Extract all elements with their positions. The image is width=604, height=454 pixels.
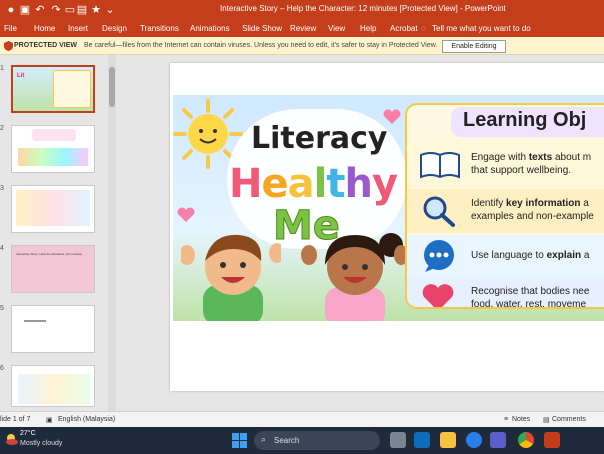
weather-icon: [6, 434, 18, 445]
healthy-letter: t: [326, 161, 345, 207]
accessibility-icon[interactable]: ▣: [46, 416, 53, 424]
weather-temperature[interactable]: 27°C: [20, 430, 36, 437]
speech-bubble-icon: [424, 240, 454, 272]
powerpoint-window: ● ▣ ↶ ↷ ▭ ▤ ★ ⌄ Interactive Story – Help…: [0, 0, 604, 454]
objective-text: Identify key information a examples and …: [471, 198, 594, 222]
tab-transitions[interactable]: Transitions: [140, 24, 179, 33]
thumbnail-number: 4: [0, 245, 4, 252]
tab-slide-show[interactable]: Slide Show: [242, 24, 282, 33]
taskbar-search[interactable]: ⌕ Search: [254, 431, 380, 450]
tab-file[interactable]: File: [4, 24, 17, 33]
slide-thumbnail-4[interactable]: Interactive Story: Help the Character (1…: [11, 245, 95, 293]
protected-view-bar: PROTECTED VIEW Be careful—files from the…: [0, 37, 604, 55]
notes-button[interactable]: Notes: [512, 416, 530, 423]
lightbulb-icon: ◌: [421, 24, 426, 33]
search-icon: ⌕: [261, 434, 267, 444]
star-icon[interactable]: ★: [90, 3, 102, 18]
thumbnails-scrollbar[interactable]: [108, 55, 116, 411]
protected-view-label: PROTECTED VIEW: [14, 42, 78, 49]
save-icon[interactable]: ▣: [18, 3, 32, 18]
redo-icon[interactable]: ↷: [50, 3, 62, 18]
chrome-icon[interactable]: [518, 432, 534, 448]
title-healthy: Healthy: [229, 161, 398, 207]
thumbnail-number: 3: [0, 185, 4, 192]
slide-thumbnail-6[interactable]: [11, 365, 95, 407]
healthy-letter: e: [261, 161, 288, 207]
file-explorer-icon[interactable]: [440, 432, 456, 448]
objective-row: Recognise that bodies nee food, water, r…: [407, 277, 604, 309]
healthy-letter: a: [287, 161, 315, 207]
learning-objectives-title: Learning Obj: [463, 109, 587, 131]
slide-thumbnails-pane: 1 Lit 2 3 4 Interactive Story: Help the …: [0, 55, 110, 411]
boy-illustration: [181, 234, 281, 321]
search-label: Search: [274, 436, 300, 445]
tab-help[interactable]: Help: [360, 24, 376, 33]
objective-row: Use language to explain a: [407, 235, 604, 279]
slide-thumbnail-5[interactable]: [11, 305, 95, 353]
heart-icon: [422, 284, 454, 307]
window-title: Interactive Story – Help the Character: …: [220, 4, 506, 13]
status-bar: lide 1 of 7 ▣ English (Malaysia) ≡ Notes…: [0, 411, 604, 427]
teams-icon[interactable]: [490, 432, 506, 448]
objective-text: Use language to explain a: [471, 250, 590, 261]
windows-start-icon[interactable]: [232, 433, 247, 448]
slide-thumbnail-2[interactable]: [11, 125, 95, 173]
slide-banner: Literacy Healthy Me Learning Obj Engage …: [173, 95, 604, 321]
customize-quick-access-icon[interactable]: ⌄: [104, 3, 116, 18]
tab-acrobat[interactable]: Acrobat: [390, 24, 418, 33]
current-slide[interactable]: Literacy Healthy Me Learning Obj Engage …: [170, 63, 604, 391]
tab-animations[interactable]: Animations: [190, 24, 230, 33]
title-literacy: Literacy: [251, 121, 388, 156]
comments-button[interactable]: Comments: [552, 416, 586, 423]
enable-editing-button[interactable]: Enable Editing: [442, 40, 506, 53]
thumbnail-number: 6: [0, 365, 4, 372]
autosave-icon[interactable]: ●: [4, 3, 18, 18]
thumbnail-number: 2: [0, 125, 4, 132]
powerpoint-taskbar-icon[interactable]: [544, 432, 560, 448]
ribbon-tabs: File Home Insert Design Transitions Anim…: [0, 21, 604, 37]
healthy-letter: H: [229, 161, 262, 207]
book-icon: [420, 152, 460, 179]
slide-editing-area: Literacy Healthy Me Learning Obj Engage …: [118, 55, 604, 411]
weather-description[interactable]: Mostly cloudy: [20, 440, 62, 447]
tell-me-search[interactable]: Tell me what you want to do: [432, 24, 531, 33]
windows-taskbar: 27°C Mostly cloudy ⌕ Search: [0, 427, 604, 454]
comments-icon: ▤: [543, 417, 550, 424]
healthy-letter: h: [344, 161, 373, 207]
tab-insert[interactable]: Insert: [68, 24, 88, 33]
objective-row: Identify key information a examples and …: [407, 189, 604, 233]
objective-row: Engage with texts about m that support w…: [407, 143, 604, 187]
undo-icon[interactable]: ↶: [34, 3, 46, 18]
todo-icon[interactable]: [466, 432, 482, 448]
girl-illustration: [301, 233, 407, 321]
tab-design[interactable]: Design: [102, 24, 127, 33]
language-status[interactable]: English (Malaysia): [58, 416, 115, 423]
protected-view-message: Be careful—files from the Internet can c…: [84, 42, 438, 49]
slide-thumbnail-1[interactable]: Lit: [11, 65, 95, 113]
outlook-icon[interactable]: [414, 432, 430, 448]
shield-icon: [4, 41, 13, 51]
slide-counter: lide 1 of 7: [0, 416, 31, 423]
objective-text: Engage with texts about m that support w…: [471, 152, 592, 176]
tab-review[interactable]: Review: [290, 24, 316, 33]
thumb-title-art: Lit: [17, 73, 25, 79]
task-view-icon[interactable]: [390, 432, 406, 448]
healthy-letter: l: [313, 161, 328, 207]
title-bar: ● ▣ ↶ ↷ ▭ ▤ ★ ⌄ Interactive Story – Help…: [0, 0, 604, 21]
thumb-slide4-text: Interactive Story: Help the Character (1…: [16, 252, 83, 256]
thumbnail-number: 1: [0, 65, 4, 72]
notes-icon: ≡: [504, 416, 509, 423]
objective-text: Recognise that bodies nee food, water, r…: [471, 286, 590, 309]
learning-objectives-panel: Learning Obj Engage with texts about m t…: [405, 103, 604, 309]
healthy-letter: y: [371, 161, 398, 207]
slide-thumbnail-3[interactable]: [11, 185, 95, 233]
folder-icon[interactable]: ▤: [76, 3, 88, 18]
thumbnail-number: 5: [0, 305, 4, 312]
magnifier-icon: [423, 196, 455, 227]
tab-view[interactable]: View: [328, 24, 345, 33]
tab-home[interactable]: Home: [34, 24, 55, 33]
present-icon[interactable]: ▭: [64, 3, 76, 18]
